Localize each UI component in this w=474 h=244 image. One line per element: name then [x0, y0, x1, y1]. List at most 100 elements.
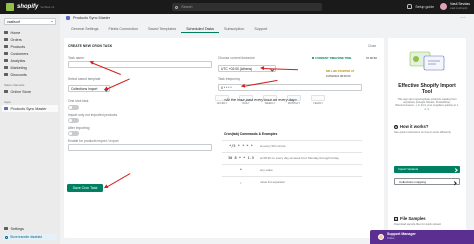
tag-icon — [4, 44, 8, 49]
preset-box — [311, 95, 325, 101]
orders-icon — [4, 37, 8, 42]
setup-guide-link[interactable]: Setup guide — [415, 5, 434, 9]
cron-desc: at every 5th minute — [260, 143, 286, 148]
sidebar-item-online-store[interactable]: Online Store — [0, 88, 60, 95]
support-title: Support Manager — [387, 232, 416, 237]
sidebar-item-customers[interactable]: Customers — [0, 50, 60, 57]
preset-label: WEEKLY — [264, 102, 276, 105]
home-icon — [4, 30, 8, 35]
frequency-input[interactable]: 0 * * * * — [218, 84, 362, 91]
sidebar-item-label: Products Sync Master — [10, 106, 47, 111]
store-select[interactable]: vasilsurf — [4, 18, 56, 25]
avatar[interactable] — [440, 3, 448, 11]
task-name-label: Task name — [68, 56, 84, 60]
shopify-logo[interactable]: shopify Verified v2 — [6, 3, 54, 11]
cron-hint: «At the hour past every hour on every da… — [224, 98, 297, 102]
green-dot-icon — [312, 57, 314, 59]
app-header: Products Sync Master ··· — [60, 14, 474, 22]
sidebar-item-label: Products — [10, 44, 26, 49]
sidebar-item-discounts[interactable]: Discounts — [0, 71, 60, 78]
cron-row: */5 * * * * at every 5th minute — [222, 140, 362, 150]
preset-yearly[interactable]: YEARLY — [306, 95, 330, 105]
info-icon — [5, 235, 8, 239]
timezone-label: Choose current timezone — [218, 56, 255, 60]
collections-mapping-button[interactable]: Collections mapping — [394, 178, 460, 185]
tab-saved-templates[interactable]: Saved Templates — [143, 25, 181, 33]
logo-sub: Verified v2 — [40, 5, 55, 9]
question-icon: ? — [394, 125, 398, 129]
more-actions-icon[interactable]: ··· — [460, 15, 466, 21]
sidebar-item-label: Online Store — [10, 89, 32, 94]
tab-bar: General Settings Fields Connection Saved… — [66, 25, 272, 33]
sidebar-item-label: Customers — [10, 51, 29, 56]
preset-label: HOURLY — [216, 102, 228, 105]
sidebar-item-orders[interactable]: Orders — [0, 36, 60, 43]
tab-fields-connection[interactable]: Fields Connection — [103, 25, 143, 33]
sidebar-item-settings[interactable]: Settings — [0, 225, 60, 232]
user-menu[interactable]: Vasil Sevdas vasil.myshopify — [450, 2, 470, 10]
import-new-label: Import only not imported products — [68, 113, 118, 117]
file-samples-desc: Download sample files for quick upload — [394, 223, 441, 226]
user-store: vasil.myshopify — [450, 6, 468, 10]
cron-desc: at 08:30 on every day-of-week from Monda… — [260, 155, 339, 160]
preset-label: YEARLY — [312, 102, 324, 105]
top-bar: shopify Verified v2 Search Setup guide V… — [0, 0, 474, 14]
support-avatar — [378, 234, 384, 240]
close-link[interactable]: Close — [368, 44, 376, 48]
how-it-works-text: See quick instructions on how to work ef… — [394, 131, 451, 134]
sidebar-item-analytics[interactable]: Analytics — [0, 57, 60, 64]
sidebar-item-products-sync-master[interactable]: Products Sync Master — [2, 105, 58, 112]
search-placeholder: Search — [181, 5, 193, 9]
store-icon — [4, 89, 8, 94]
file-samples-title: ≡ File Samples — [394, 216, 426, 221]
sidebar-item-label: Orders — [10, 37, 22, 42]
sidebar-item-label: Settings — [10, 226, 24, 231]
cron-desc: value list separator — [260, 179, 286, 184]
one-shot-toggle[interactable] — [68, 105, 79, 110]
promo-text: This app can import/update products cata… — [395, 98, 459, 111]
timezone-time: 07:00:50 — [366, 56, 377, 60]
support-label: Support Manager Online — [387, 232, 416, 241]
one-shot-label: One shot task — [68, 99, 89, 103]
search-input[interactable]: Search — [172, 3, 323, 11]
transfer-text: Store transfer disabled — [10, 235, 43, 239]
import-variants-button[interactable]: Import Variants — [394, 166, 460, 173]
tab-support[interactable]: Support — [249, 25, 272, 33]
sidebar-item-home[interactable]: Home — [0, 29, 60, 36]
file-samples-text: File Samples — [400, 216, 426, 221]
cron-desc: any value — [260, 167, 273, 172]
sidebar-item-label: Marketing — [10, 65, 27, 70]
person-icon — [4, 51, 8, 56]
section-title: CREATE NEW CRON TASK — [68, 44, 113, 48]
bell-icon[interactable] — [407, 4, 413, 10]
cron-code: */5 * * * * — [229, 143, 253, 148]
cron-code: * — [239, 167, 243, 172]
target-icon — [4, 65, 8, 70]
promo-panel: Effective Shopify Import Tool This app c… — [388, 38, 466, 238]
will-start-date: 11/09/2021 08:00:00 — [326, 75, 351, 78]
frequency-label: Task frequency — [218, 77, 241, 81]
store-transfer-banner[interactable]: Store transfer disabled — [3, 234, 57, 240]
cron-code: 30 8 * * 1-5 — [228, 155, 254, 160]
how-title-text: How it works? — [400, 124, 429, 129]
cron-code: , — [239, 179, 243, 184]
user-name: Vasil Sevdas — [450, 2, 470, 6]
import-illustration — [409, 51, 445, 71]
after-import-toggle[interactable] — [68, 131, 79, 136]
support-chat-widget[interactable]: Support Manager Online — [370, 230, 474, 244]
tab-subscription[interactable]: Subscription — [219, 25, 249, 33]
discount-icon — [4, 72, 8, 77]
shopify-bag-icon — [6, 3, 14, 11]
sidebar-item-products[interactable]: Products — [0, 43, 60, 50]
save-cron-task-button[interactable]: Save Cron Task — [67, 184, 103, 192]
sku-label: Enable for products import / export — [68, 139, 119, 143]
cron-row: , value list separator — [222, 176, 362, 186]
tab-general-settings[interactable]: General Settings — [66, 25, 103, 33]
sidebar-item-marketing[interactable]: Marketing — [0, 64, 60, 71]
preset-label: DAILY — [242, 102, 250, 105]
sku-input[interactable] — [68, 144, 212, 151]
import-new-toggle[interactable] — [68, 118, 79, 123]
chart-icon — [4, 58, 8, 63]
tab-scheduled-tasks[interactable]: Scheduled Tasks — [181, 25, 220, 33]
promo-title: Effective Shopify Import Tool — [398, 83, 456, 95]
